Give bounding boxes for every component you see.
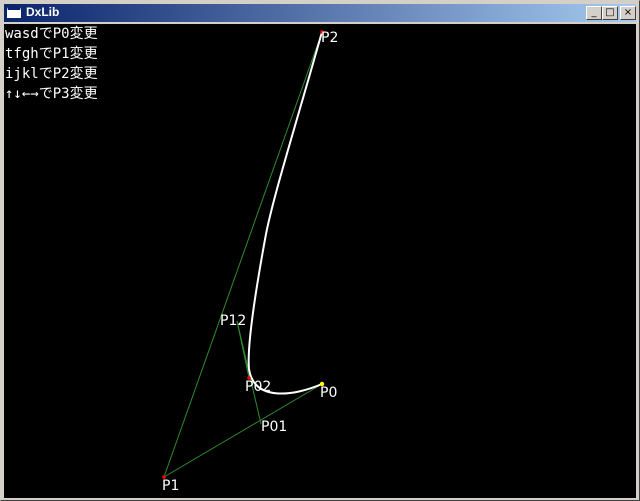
close-button[interactable]: ×: [620, 6, 636, 20]
title-bar[interactable]: DxLib _ □ ×: [4, 4, 636, 22]
app-icon: [7, 7, 21, 18]
maximize-button[interactable]: □: [602, 6, 618, 20]
help-line-p0: wasdでP0変更: [5, 26, 98, 42]
bezier-canvas: P2 P1 P0 P01 P12 P02: [162, 30, 338, 494]
label-p0: P0: [320, 385, 337, 401]
app-window: DxLib _ □ × P2 P1 P0 P01 P12 P02 wasdでP0…: [0, 0, 640, 501]
help-line-p2: ijklでP2変更: [5, 66, 98, 82]
canvas-area[interactable]: P2 P1 P0 P01 P12 P02 wasdでP0変更 tfghでP1変更…: [4, 24, 636, 498]
window-title: DxLib: [26, 5, 60, 19]
guide-line-p1-p0: [163, 383, 323, 478]
help-line-p1: tfghでP1変更: [5, 46, 98, 62]
label-p01: P01: [261, 419, 287, 435]
help-text: wasdでP0変更 tfghでP1変更 ijklでP2変更 ↑↓←→でP3変更: [5, 24, 98, 104]
help-line-p3: ↑↓←→でP3変更: [5, 86, 98, 102]
guide-line-p1-p2: [163, 31, 323, 478]
label-p1: P1: [162, 478, 179, 494]
guide-line-p12-p02: [236, 320, 250, 379]
label-p12: P12: [220, 313, 246, 329]
bezier-curve: [247, 31, 323, 395]
label-p2: P2: [321, 30, 338, 46]
label-p02: P02: [245, 379, 271, 395]
minimize-button[interactable]: _: [586, 6, 602, 20]
